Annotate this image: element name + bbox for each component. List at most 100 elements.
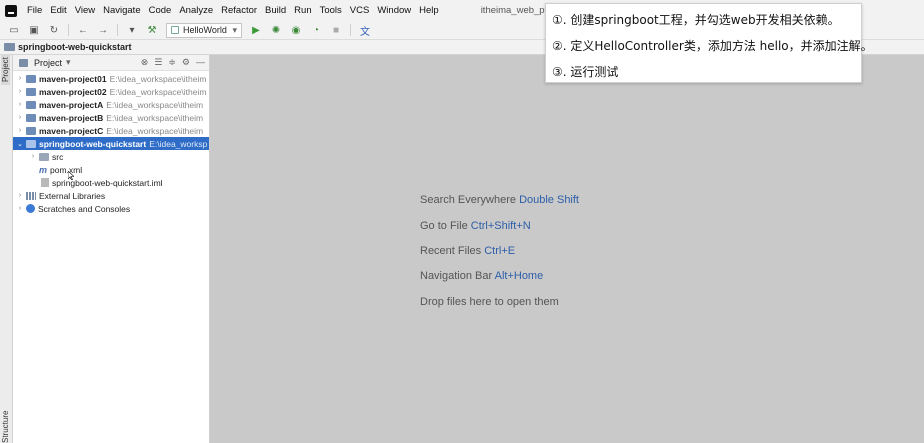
tree-item-src[interactable]: › src [13,150,209,163]
toolbar-divider [117,24,118,36]
tree-item-maven-project01[interactable]: › maven-project01 E:\idea_workspace\ithe… [13,72,209,85]
intellij-logo-icon [5,4,17,17]
run-icon[interactable]: ▶ [249,23,263,37]
save-icon[interactable]: ▣ [27,23,41,37]
profile-icon[interactable]: ◔ [309,23,323,37]
menu-run[interactable]: Run [290,0,315,21]
module-icon [26,87,36,96]
tree-item-label: maven-projectB [39,112,104,123]
tree-item-path: E:\idea_workspace\itheim [109,73,207,84]
tree-item-maven-projectb[interactable]: › maven-projectB E:\idea_workspace\ithei… [13,111,209,124]
tree-item-maven-project02[interactable]: › maven-project02 E:\idea_workspace\ithe… [13,85,209,98]
library-icon [26,191,36,200]
tree-item-iml-file[interactable]: springboot-web-quickstart.iml [13,176,209,189]
expand-arrow-icon[interactable]: › [16,192,24,199]
hint-recent-files: Recent Files Ctrl+E [420,245,515,257]
menu-vcs[interactable]: VCS [346,0,374,21]
annotation-step-1: ①. 创建springboot工程，并勾选web开发相关依赖。 [552,13,840,27]
run-config-label: HelloWorld [183,25,227,35]
expand-arrow-icon[interactable]: › [16,114,24,121]
menu-refactor[interactable]: Refactor [217,0,261,21]
menu-code[interactable]: Code [145,0,176,21]
hint-shortcut: Double Shift [519,194,579,206]
hint-search-everywhere: Search Everywhere Double Shift [420,194,579,206]
sync-icon[interactable]: ↻ [47,23,61,37]
tree-item-path: E:\idea_workspace\itheim [109,86,207,97]
module-icon [26,126,36,135]
editor-empty-area[interactable]: Search Everywhere Double Shift Go to Fil… [210,55,924,443]
expand-arrow-icon[interactable]: › [16,75,24,82]
translate-icon[interactable]: 文 [358,23,372,38]
menu-navigate[interactable]: Navigate [99,0,145,21]
menu-analyze[interactable]: Analyze [175,0,217,21]
gear-icon[interactable]: ⚙ [182,57,190,68]
iml-file-icon [41,178,49,187]
hint-text: Search Everywhere [420,194,516,206]
hint-text: Drop files here to open them [420,296,559,308]
menu-window[interactable]: Window [373,0,415,21]
tree-item-label: springboot-web-quickstart [39,138,147,149]
user-dropdown-icon[interactable]: ▾ [125,23,139,37]
expand-all-icon[interactable]: ☰ [154,57,162,68]
run-configuration-selector[interactable]: HelloWorld ▾ [166,22,242,38]
expand-arrow-icon[interactable]: › [16,88,24,95]
tree-item-label: maven-projectC [39,125,104,136]
tree-item-label: src [52,151,64,162]
tree-item-path: E:\idea_worksp [149,138,208,149]
expand-arrow-icon[interactable]: › [16,205,24,212]
tree-item-springboot-web-quickstart[interactable]: ⌄ springboot-web-quickstart E:\idea_work… [13,137,209,150]
build-hammer-icon[interactable]: ⚒ [145,23,159,37]
tree-item-external-libraries[interactable]: › External Libraries [13,189,209,202]
project-view-icon [19,58,28,67]
hint-drop-files: Drop files here to open them [420,296,559,308]
mouse-cursor-icon [68,171,74,180]
tree-item-path: E:\idea_workspace\itheim [106,99,204,110]
hint-shortcut: Ctrl+E [484,245,516,257]
open-folder-icon[interactable]: ▭ [7,23,21,37]
tree-item-scratches[interactable]: › Scratches and Consoles [13,202,209,215]
menu-help[interactable]: Help [415,0,443,21]
locate-file-icon[interactable]: ⊗ [141,57,149,68]
expand-arrow-icon[interactable]: › [16,101,24,108]
scratches-icon [26,204,35,213]
structure-tool-tab[interactable]: Structure [1,411,10,443]
tree-item-maven-projecta[interactable]: › maven-projectA E:\idea_workspace\ithei… [13,98,209,111]
project-tree: › maven-project01 E:\idea_workspace\ithe… [13,71,209,215]
hide-panel-icon[interactable]: — [196,57,205,68]
module-icon [26,113,36,122]
tree-item-pom-xml[interactable]: m pom.xml [13,163,209,176]
project-tool-tab[interactable]: Project [1,54,10,85]
expand-arrow-icon[interactable]: › [29,153,37,160]
maven-file-icon: m [39,164,48,175]
debug-icon[interactable]: ✺ [269,23,283,37]
menu-build[interactable]: Build [261,0,290,21]
coverage-icon[interactable]: ◉ [289,23,303,37]
toolbar-divider [350,24,351,36]
module-icon [26,100,36,109]
hint-shortcut: Alt+Home [494,270,544,282]
tree-item-maven-projectc[interactable]: › maven-projectC E:\idea_workspace\ithei… [13,124,209,137]
hint-shortcut: Ctrl+Shift+N [470,220,531,232]
hint-navigation-bar: Navigation Bar Alt+Home [420,270,543,282]
expand-arrow-icon[interactable]: › [16,127,24,134]
back-arrow-icon[interactable]: ← [76,23,90,37]
tree-item-label: maven-projectA [39,99,104,110]
collapse-arrow-icon[interactable]: ⌄ [16,140,24,148]
breadcrumb-project[interactable]: springboot-web-quickstart [18,42,132,52]
menu-edit[interactable]: Edit [46,0,70,21]
tutorial-annotation: ①. 创建springboot工程，并勾选web开发相关依赖。 ②. 定义Hel… [545,3,873,83]
menu-file[interactable]: File [23,0,46,21]
tree-item-label: pom.xml [50,164,83,175]
chevron-down-icon: ▾ [232,24,237,35]
tree-item-label: maven-project02 [39,86,107,97]
collapse-all-icon[interactable]: ≑ [168,57,176,68]
stop-icon[interactable]: ■ [329,23,343,37]
forward-arrow-icon[interactable]: → [96,23,110,37]
menu-view[interactable]: View [71,0,99,21]
left-tool-stripe: Project Structure [0,54,13,443]
run-config-icon [171,26,179,34]
chevron-down-icon[interactable]: ▾ [66,57,71,68]
menu-tools[interactable]: Tools [316,0,346,21]
tree-item-label: maven-project01 [39,73,107,84]
project-view-selector[interactable]: Project [34,58,62,68]
